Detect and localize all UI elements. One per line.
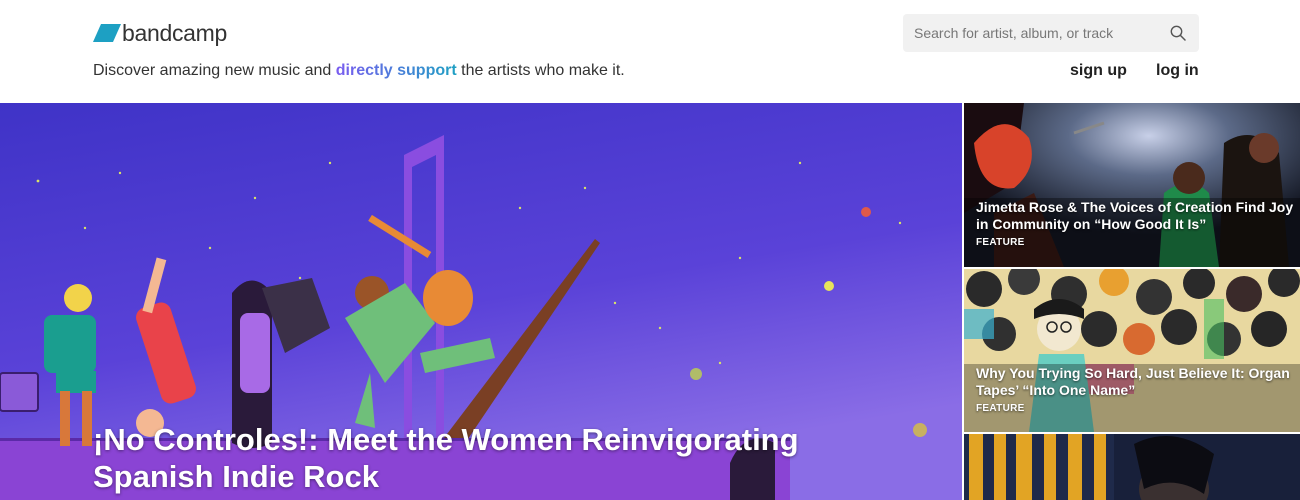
tagline-text-end: the artists who make it. [456,62,625,79]
logo-wordmark: bandcamp [122,20,228,46]
story-category-tag: FEATURE [976,237,1025,248]
tagline-highlight: directly support [335,62,457,79]
site-tagline: Discover amazing new music and directly … [93,62,625,80]
bandcamp-logo[interactable]: bandcamp [93,20,227,46]
story-title: Jimetta Rose & The Voices of Creation Fi… [976,199,1294,232]
side-story-card[interactable] [964,434,1300,500]
hero-feature[interactable]: ¡No Controles!: Meet the Women Reinvigor… [0,103,962,500]
search-box [903,14,1199,52]
side-story-card[interactable]: Jimetta Rose & The Voices of Creation Fi… [964,103,1300,267]
side-story-card[interactable]: Why You Trying So Hard, Just Believe It:… [964,269,1300,432]
bandcamp-logo-icon [93,24,121,42]
hero-title: ¡No Controles!: Meet the Women Reinvigor… [93,422,799,494]
search-input[interactable] [903,14,1158,52]
log-in-link[interactable]: log in [1156,62,1199,80]
story-category-tag: FEATURE [976,403,1025,414]
story-title: Why You Trying So Hard, Just Believe It:… [976,365,1290,398]
search-icon[interactable] [1170,25,1186,41]
story-image-portrait [964,434,1300,500]
site-header: bandcamp Discover amazing new music and … [0,0,1300,103]
sign-up-link[interactable]: sign up [1070,62,1127,80]
tagline-text-start: Discover amazing new music and [93,62,336,79]
